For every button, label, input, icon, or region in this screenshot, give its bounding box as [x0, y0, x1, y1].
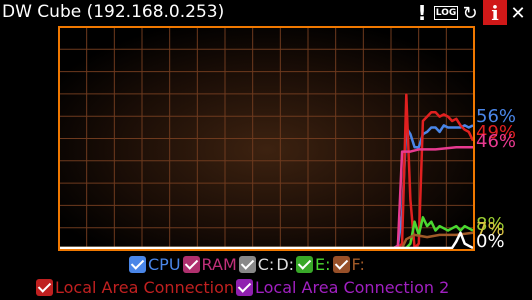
legend-label: E:	[315, 255, 331, 274]
readout-ram: 46%	[476, 131, 517, 152]
checkbox-icon[interactable]	[332, 256, 350, 273]
checkbox-icon[interactable]	[129, 256, 146, 273]
legend-label: D:	[276, 255, 295, 274]
legend-item-lan2[interactable]: Local Area Connection 2	[236, 278, 449, 297]
legend-item-drive-d[interactable]: D:	[276, 255, 294, 274]
legend-item-drive-f[interactable]: F:	[332, 255, 365, 274]
legend-label: F:	[351, 255, 365, 274]
legend-item-lan1[interactable]: Local Area Connection	[36, 278, 234, 297]
checkbox-icon[interactable]	[296, 256, 314, 273]
legend-label: Local Area Connection	[55, 278, 234, 297]
readout-drive-c: 0%	[476, 231, 505, 252]
checkbox-icon[interactable]	[238, 256, 256, 273]
legend-item-drive-c[interactable]: C:	[238, 255, 275, 274]
legend-row-1: CPU RAM C: D: E: F:	[129, 255, 367, 274]
legend-label: CPU	[148, 255, 181, 274]
checkbox-icon[interactable]	[236, 279, 253, 296]
checkbox-icon[interactable]	[182, 256, 200, 273]
legend-label: C:	[257, 255, 275, 274]
legend-label: Local Area Connection 2	[255, 278, 450, 297]
legend-item-cpu[interactable]: CPU	[129, 255, 181, 274]
legend-label: RAM	[201, 255, 237, 274]
legend-item-ram[interactable]: RAM	[182, 255, 237, 274]
legend-item-drive-e[interactable]: E:	[296, 255, 331, 274]
legend-row-2: Local Area Connection Local Area Connecti…	[36, 278, 451, 297]
checkbox-icon[interactable]	[36, 279, 53, 296]
